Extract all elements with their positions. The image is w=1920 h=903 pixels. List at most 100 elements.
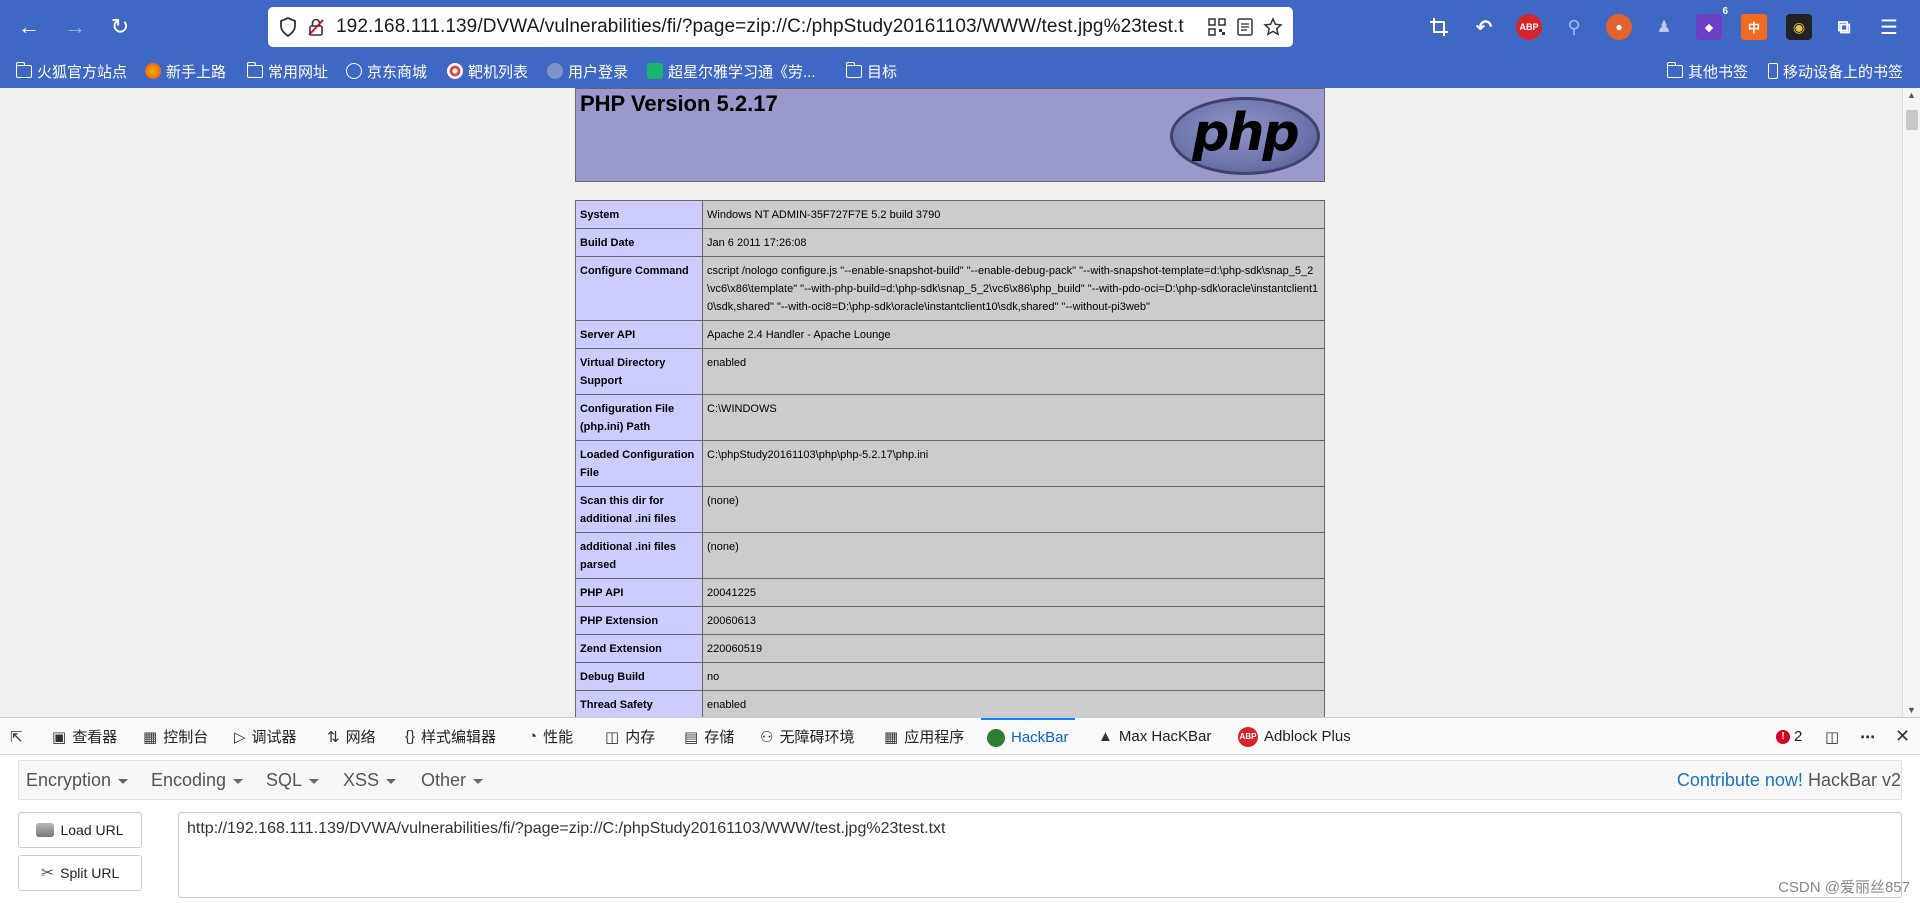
phpinfo-value: (none) (702, 532, 1325, 579)
bookmark-item[interactable]: 靶机列表 (447, 60, 528, 82)
person-ext-icon[interactable]: ♟ (1651, 14, 1677, 40)
php-logo[interactable]: php (1170, 97, 1320, 175)
phpinfo-key: Configuration File (php.ini) Path (575, 394, 703, 441)
camera-ext-icon[interactable]: ◉ (1786, 14, 1812, 40)
phpinfo-key: PHP API (575, 578, 703, 607)
crop-icon[interactable] (1426, 14, 1452, 40)
contribute-link[interactable]: Contribute now! HackBar v2 (1677, 770, 1901, 791)
phpinfo-key: PHP Extension (575, 606, 703, 635)
reload-icon[interactable]: ↻ (101, 9, 139, 45)
phpinfo-row: PHP API 20041225 (575, 578, 1325, 607)
shield-icon[interactable] (274, 13, 302, 41)
mobile-bookmarks[interactable]: 移动设备上的书签 (1768, 60, 1903, 82)
xss-menu[interactable]: XSS (343, 770, 397, 791)
caret-down-icon (118, 779, 129, 784)
tab-max-hackbar[interactable]: ▲ Max HacKBar (1098, 718, 1211, 755)
scroll-thumb[interactable] (1906, 110, 1918, 130)
tab-inspector[interactable]: ▣ 查看器 (52, 718, 117, 755)
phpinfo-value: 20041225 (702, 578, 1325, 607)
tab-application[interactable]: ▦ 应用程序 (884, 718, 964, 755)
adblock-plus-ext-icon[interactable]: ABP (1516, 14, 1542, 40)
url-text[interactable]: 192.168.111.139/DVWA/vulnerabilities/fi/… (336, 16, 1203, 38)
location-pin-icon[interactable]: ⚲ (1561, 14, 1587, 40)
phpinfo-value: Jan 6 2011 17:26:08 (702, 228, 1325, 257)
phpinfo-key: Server API (575, 320, 703, 349)
tab-accessibility[interactable]: ⚇ 无障碍环境 (760, 718, 854, 755)
abp-label: ABP (1519, 22, 1539, 32)
page-scrollbar[interactable]: ▲ ▼ (1902, 88, 1920, 717)
other-menu[interactable]: Other (421, 770, 484, 791)
caret-down-icon (233, 779, 244, 784)
load-url-button[interactable]: Load URL (18, 812, 142, 848)
undo-arrow-icon[interactable]: ↶ (1471, 14, 1497, 40)
phpinfo-row: Configure Command cscript /nologo configu… (575, 256, 1325, 321)
phpinfo-key: Zend Extension (575, 634, 703, 663)
bookmark-item[interactable]: 火狐官方站点 (15, 60, 127, 82)
gem-ext-icon[interactable]: ◆ 6 (1696, 6, 1728, 40)
devtools-tabbar: ⇱ ▣ 查看器 ▦ 控制台 ▷ 调试器 ⇅ 网络 {} 样式编辑器 ◔ 性能 ◫ 内存 ▤ 存储… (0, 717, 1920, 755)
dock-toggle-icon[interactable]: ◫ (1825, 718, 1839, 755)
tab-adblock-plus[interactable]: ABP Adblock Plus (1238, 718, 1351, 755)
bookmark-item[interactable]: 用户登录 (547, 60, 628, 82)
sql-menu[interactable]: SQL (266, 770, 320, 791)
qr-code-icon[interactable] (1203, 13, 1231, 41)
tab-debugger[interactable]: ▷ 调试器 (234, 718, 297, 755)
back-icon[interactable]: ← (10, 9, 48, 45)
debugger-icon: ▷ (234, 728, 246, 746)
phpinfo-row: Virtual Directory Support enabled (575, 348, 1325, 395)
tab-hackbar[interactable]: HackBar (981, 718, 1075, 755)
folder-icon (15, 61, 32, 78)
phpinfo-table: System Windows NT ADMIN-35F727F7E 5.2 bui… (575, 200, 1325, 717)
firefox-icon (145, 63, 161, 79)
scroll-up-icon[interactable]: ▲ (1907, 90, 1916, 100)
hackbar-url-textarea[interactable]: http://192.168.111.139/DVWA/vulnerabilit… (178, 812, 1902, 898)
phpinfo-key: Thread Safety (575, 690, 703, 717)
url-bar[interactable]: 192.168.111.139/DVWA/vulnerabilities/fi/… (268, 7, 1293, 47)
caret-down-icon (386, 779, 397, 784)
translate-ext-icon[interactable]: 中 (1741, 14, 1767, 40)
inspector-icon: ▣ (52, 728, 67, 746)
phpinfo-row: Configuration File (php.ini) Path C:\WIND… (575, 394, 1325, 441)
more-options-icon[interactable]: ⋯ (1860, 718, 1875, 755)
phpinfo-row: Thread Safety enabled (575, 690, 1325, 717)
bookmark-item[interactable]: 常用网址 (246, 60, 328, 82)
extensions-puzzle-icon[interactable]: ⧉ (1831, 14, 1857, 40)
phpinfo-row: Scan this dir for additional .ini files(… (575, 486, 1325, 533)
folder-icon (845, 61, 862, 78)
phpinfo-key: Virtual Directory Support (575, 348, 703, 395)
phpinfo-value: 20060613 (702, 606, 1325, 635)
tab-style-editor[interactable]: {} 样式编辑器 (405, 718, 496, 755)
encryption-menu[interactable]: Encryption (26, 770, 129, 791)
other-bookmarks[interactable]: 其他书签 (1666, 60, 1748, 82)
forward-icon[interactable]: → (56, 9, 94, 45)
console-icon: ▦ (143, 728, 158, 746)
tab-performance[interactable]: ◔ 性能 (528, 718, 573, 755)
chaoxing-icon (647, 63, 663, 79)
tab-storage[interactable]: ▤ 存储 (684, 718, 734, 755)
error-count[interactable]: ! 2 (1776, 718, 1802, 755)
close-devtools-icon[interactable]: ✕ (1895, 718, 1910, 755)
cookie-editor-icon[interactable]: ● (1606, 14, 1632, 40)
reader-view-icon[interactable] (1231, 13, 1259, 41)
tab-memory[interactable]: ◫ 内存 (605, 718, 655, 755)
phpinfo-value: no (702, 662, 1325, 691)
split-url-button[interactable]: ✂ Split URL (18, 855, 142, 891)
bookmark-item[interactable]: 新手上路 (145, 60, 226, 82)
bookmark-item[interactable]: 京东商城 (346, 60, 427, 82)
hackbar-icon (987, 728, 1005, 747)
menu-hamburger-icon[interactable]: ☰ (1876, 14, 1902, 40)
bookmark-item[interactable]: 超星尔雅学习通《劳... (647, 60, 816, 82)
phpinfo-row: Server API Apache 2.4 Handler - Apache Lo… (575, 320, 1325, 349)
bookmark-star-icon[interactable] (1259, 13, 1287, 41)
insecure-lock-icon[interactable] (302, 13, 330, 41)
tab-network[interactable]: ⇅ 网络 (327, 718, 376, 755)
performance-icon: ◔ (528, 728, 538, 745)
folder-icon (1666, 61, 1683, 78)
phpinfo-row: Loaded Configuration File C:\phpStudy2016… (575, 440, 1325, 487)
tab-console[interactable]: ▦ 控制台 (143, 718, 208, 755)
scroll-down-icon[interactable]: ▼ (1907, 705, 1916, 715)
phpinfo-value: (none) (702, 486, 1325, 533)
encoding-menu[interactable]: Encoding (151, 770, 244, 791)
pick-element-icon[interactable]: ⇱ (10, 718, 23, 755)
bookmark-item[interactable]: 目标 (845, 60, 897, 82)
